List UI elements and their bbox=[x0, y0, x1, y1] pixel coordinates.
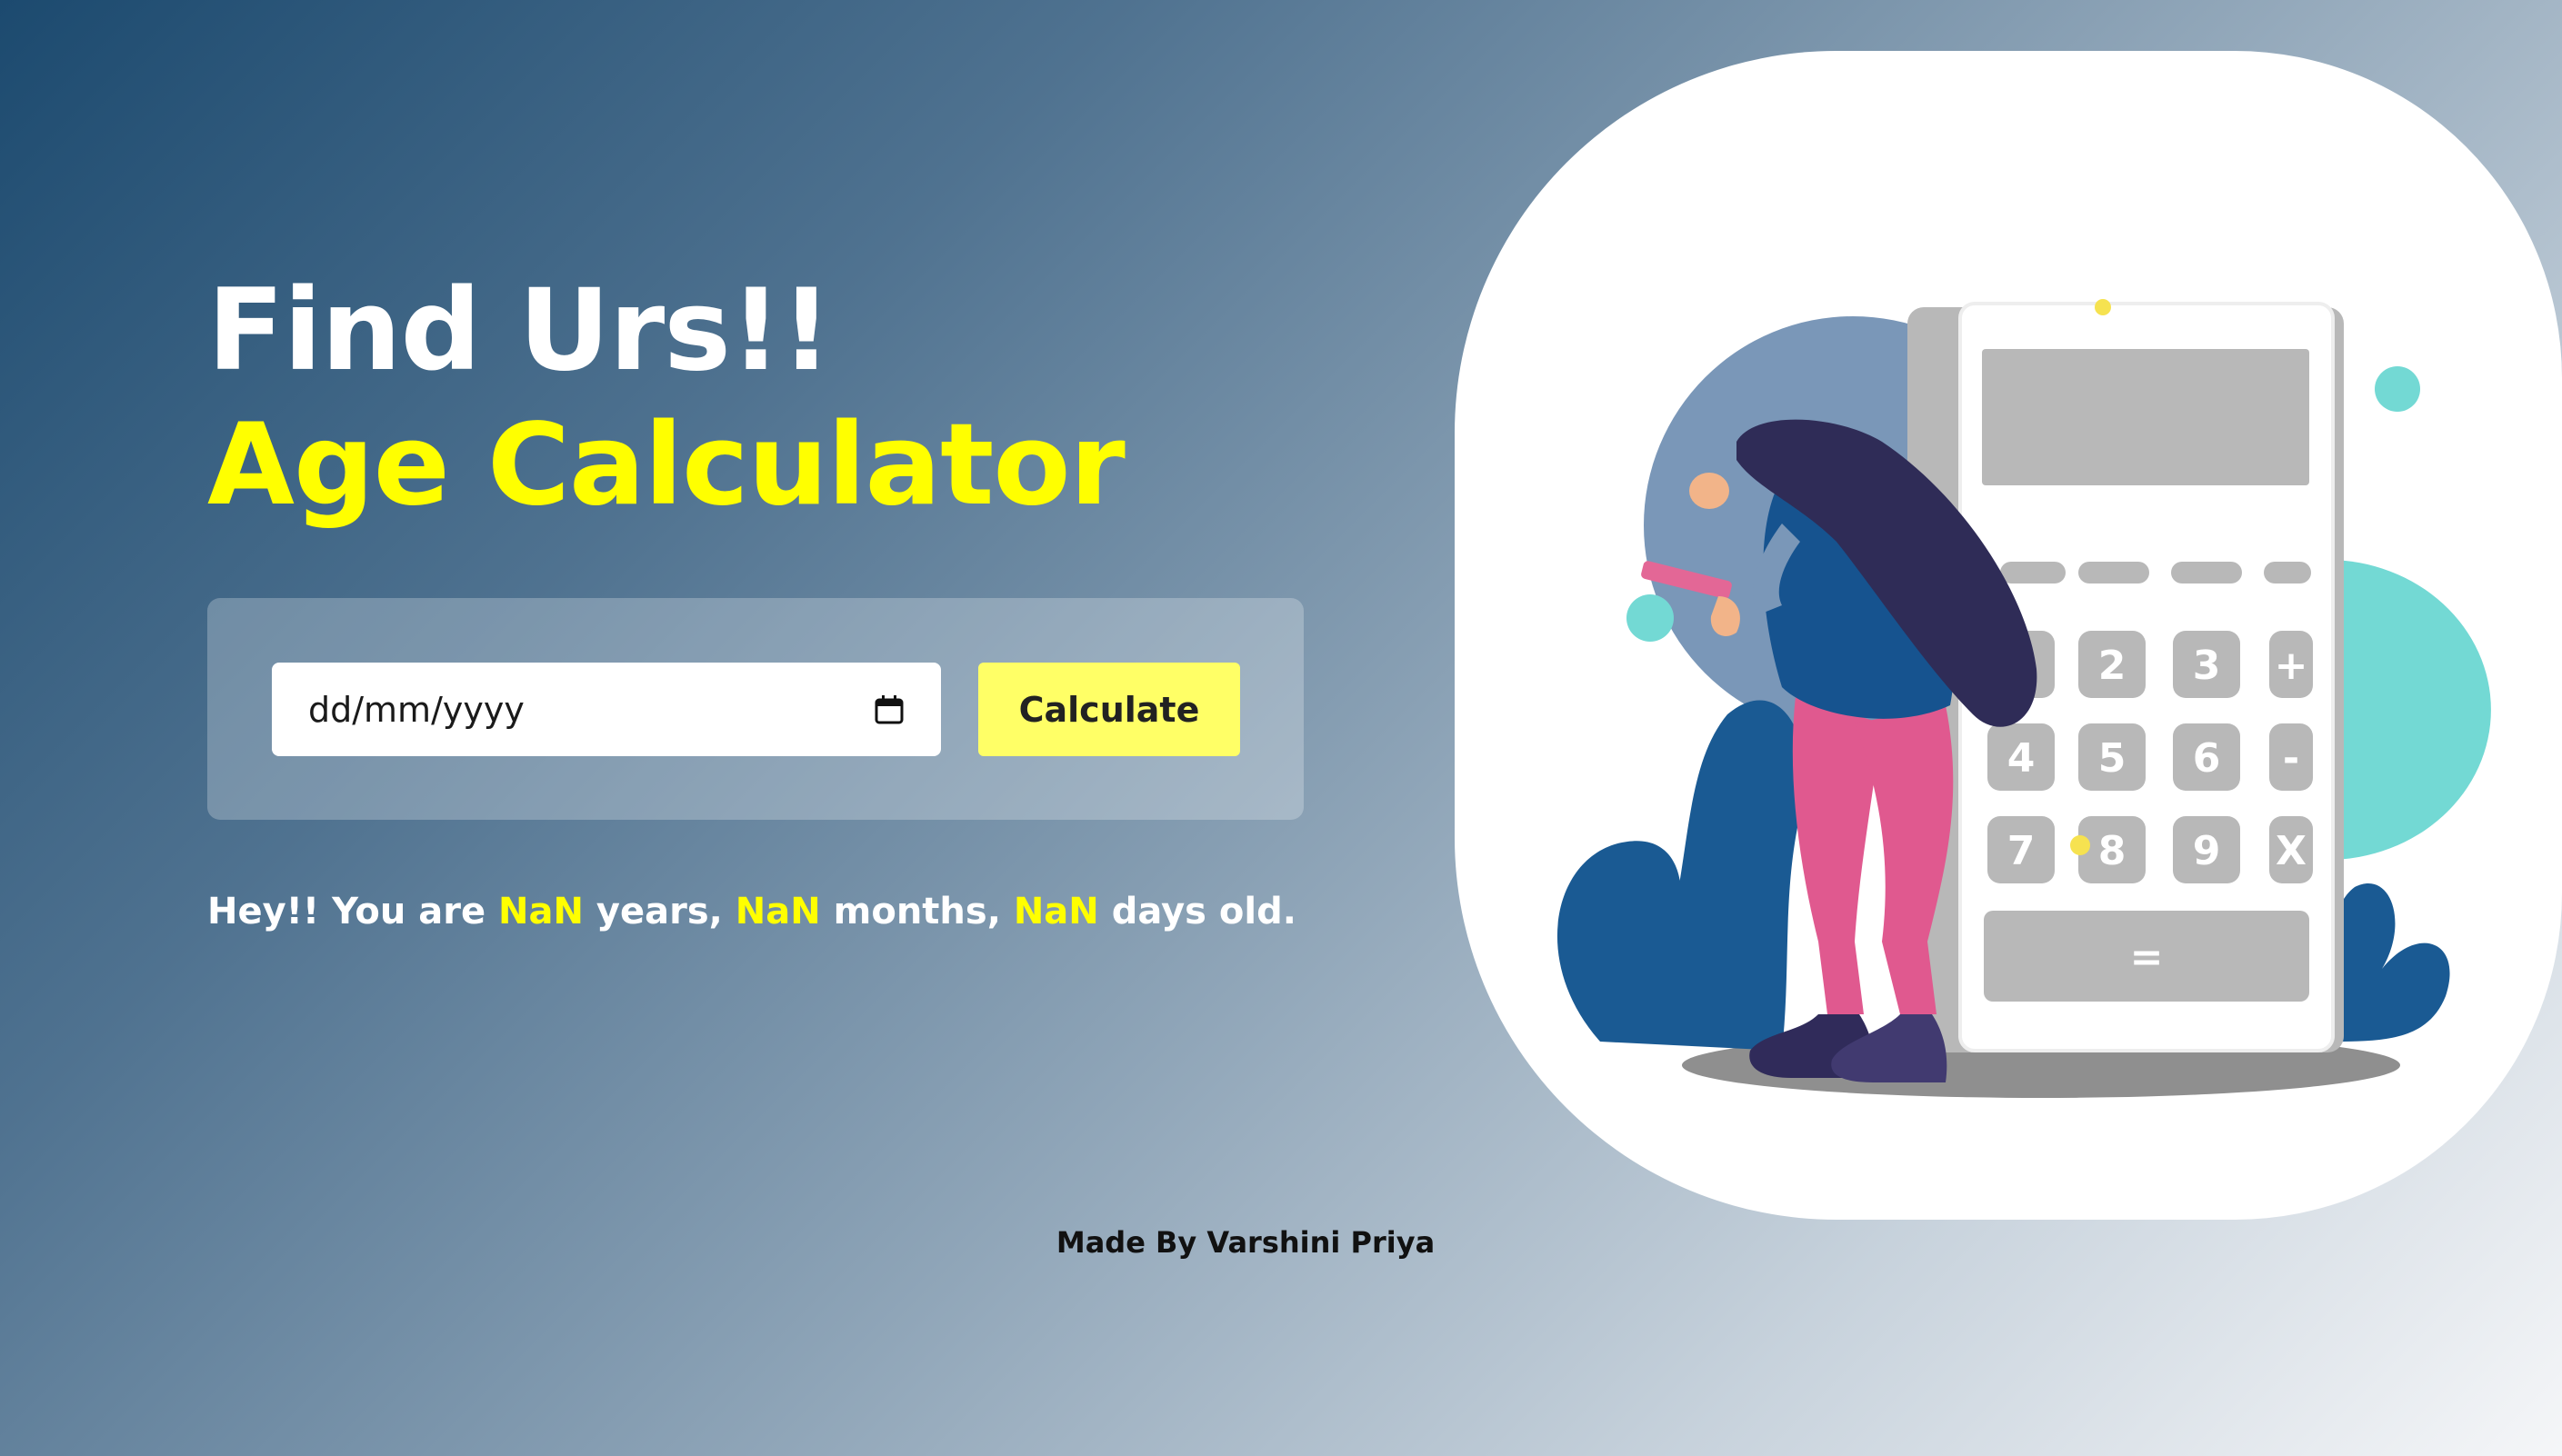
keypad-key-label: 3 bbox=[2193, 643, 2221, 689]
months-value: NaN bbox=[735, 891, 821, 932]
calculator-screen bbox=[1982, 349, 2309, 485]
birthdate-input[interactable]: dd/mm/yyyy bbox=[272, 663, 941, 756]
key-pill-2 bbox=[2078, 562, 2149, 583]
footer-credit: Made By Varshini Priya bbox=[1056, 1225, 1436, 1260]
equals-key-label: = bbox=[2130, 934, 2164, 981]
keypad-key-label: 2 bbox=[2098, 643, 2127, 689]
calculate-button[interactable]: Calculate bbox=[978, 663, 1240, 756]
years-label: years, bbox=[584, 891, 736, 932]
keypad-key-label: 7 bbox=[2007, 828, 2036, 874]
keypad-key-label: 6 bbox=[2193, 735, 2221, 782]
page-title: Find Urs!! Age Calculator bbox=[207, 264, 1126, 533]
age-form-card: dd/mm/yyyy Calculate bbox=[207, 598, 1304, 820]
months-label: months, bbox=[820, 891, 1014, 932]
key-pill-1 bbox=[2000, 562, 2066, 583]
years-value: NaN bbox=[498, 891, 584, 932]
title-line-age-calculator: Age Calculator bbox=[207, 400, 1126, 531]
teal-dot bbox=[2375, 366, 2420, 412]
yellow-dot-keypad bbox=[2070, 835, 2090, 855]
days-value: NaN bbox=[1013, 891, 1099, 932]
keypad-key-label: + bbox=[2275, 643, 2308, 689]
result-prefix: Hey!! You are bbox=[207, 891, 499, 932]
calculator-illustration: 2 3 +4 5 6 - 7 8 9 X = bbox=[1556, 299, 2491, 1098]
key-pill-4 bbox=[2264, 562, 2311, 583]
age-result-text: Hey!! You are NaN years, NaN months, NaN… bbox=[207, 891, 1296, 932]
left-plant bbox=[1556, 700, 1806, 1051]
keypad-key-label: 8 bbox=[2098, 828, 2127, 874]
days-label: days old. bbox=[1098, 891, 1296, 932]
keypad-key-label: 4 bbox=[2007, 735, 2036, 782]
teal-shape bbox=[2327, 560, 2491, 860]
calendar-icon[interactable] bbox=[874, 694, 905, 725]
keypad-key-label: X bbox=[2276, 828, 2307, 874]
person-hand-left bbox=[1689, 473, 1729, 509]
key-pill-3 bbox=[2171, 562, 2242, 583]
title-line-find-urs: Find Urs!! bbox=[207, 265, 832, 396]
illustration-card: 2 3 +4 5 6 - 7 8 9 X = bbox=[1455, 51, 2562, 1220]
teal-dot-left bbox=[1626, 594, 1674, 642]
keypad-key-label: 5 bbox=[2098, 735, 2127, 782]
yellow-dot-top bbox=[2095, 299, 2111, 315]
keypad-key-label: 9 bbox=[2193, 828, 2221, 874]
birthdate-placeholder: dd/mm/yyyy bbox=[308, 689, 525, 730]
keypad-key-label: - bbox=[2283, 735, 2299, 782]
right-plant bbox=[2327, 883, 2450, 1042]
